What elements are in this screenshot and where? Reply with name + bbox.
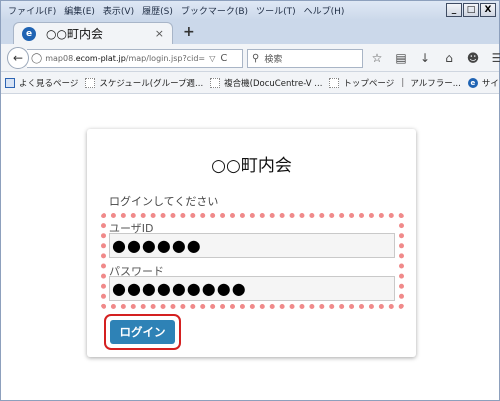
- login-button[interactable]: ログイン: [110, 320, 175, 344]
- download-icon[interactable]: ↓: [417, 50, 433, 66]
- tab-title: ○○町内会: [46, 27, 103, 41]
- menu-items: ファイル(F) 編集(E) 表示(V) 履歴(S) ブックマーク(B) ツール(…: [1, 4, 348, 17]
- close-window-button[interactable]: X: [480, 3, 496, 17]
- bookmark-item[interactable]: 複合機(DocuCentre-V ...: [210, 77, 322, 89]
- address-bar[interactable]: ◯ map08.ecom-plat.jp/map/login.jsp?cid=1…: [27, 49, 243, 68]
- search-icon: ⚲: [252, 53, 260, 64]
- tab-active[interactable]: e ○○町内会 ×: [13, 22, 173, 44]
- star-icon[interactable]: ☆: [369, 50, 385, 66]
- login-prompt: ログインしてください: [109, 195, 219, 208]
- url-dropdown-icon[interactable]: ▽: [209, 54, 215, 63]
- bookmark-item[interactable]: スケジュール(グループ週...: [85, 77, 203, 89]
- bookmark-page-icon: [210, 77, 221, 88]
- globe-icon: ◯: [31, 53, 43, 64]
- navigation-bar: ◯ map08.ecom-plat.jp/map/login.jsp?cid=1…: [1, 44, 500, 72]
- menu-bar: ファイル(F) 編集(E) 表示(V) 履歴(S) ブックマーク(B) ツール(…: [1, 1, 499, 20]
- menu-tools[interactable]: ツール(T): [252, 4, 300, 17]
- bookmarks-bar: よく見るページ スケジュール(グループ週... 複合機(DocuCentre-V…: [1, 72, 500, 94]
- site-favicon-icon: e: [467, 77, 478, 88]
- search-bar[interactable]: ⚲ 検索: [247, 49, 363, 68]
- menu-history[interactable]: 履歴(S): [138, 4, 177, 17]
- userid-field[interactable]: ●●●●●●: [109, 233, 395, 258]
- menu-help[interactable]: ヘルプ(H): [300, 4, 349, 17]
- browser-window: ファイル(F) 編集(E) 表示(V) 履歴(S) ブックマーク(B) ツール(…: [0, 0, 500, 401]
- login-button-highlight: ログイン: [104, 314, 181, 350]
- site-favicon-icon: e: [22, 26, 36, 41]
- minimize-button[interactable]: _: [446, 3, 462, 17]
- bookmark-item[interactable]: トップページ: [329, 77, 394, 89]
- bookmark-page-icon: [329, 77, 340, 88]
- toolbar-icons: ☆ ▤ ↓ ⌂ ☻ ☰: [369, 50, 500, 66]
- page-content: ○○町内会 ログインしてください ユーザID ●●●●●● パスワード ●●●●…: [1, 94, 499, 400]
- menu-icon[interactable]: ☰: [489, 50, 500, 66]
- login-card: ○○町内会 ログインしてください ユーザID ●●●●●● パスワード ●●●●…: [87, 129, 416, 357]
- bookmark-separator: |: [401, 77, 405, 88]
- bookmark-item[interactable]: よく見るページ: [5, 77, 78, 89]
- reload-icon[interactable]: C: [220, 53, 227, 64]
- menu-view[interactable]: 表示(V): [99, 4, 138, 17]
- reading-list-icon[interactable]: ▤: [393, 50, 409, 66]
- home-icon[interactable]: ⌂: [441, 50, 457, 66]
- bookmark-folder-icon: [5, 77, 15, 88]
- chat-icon[interactable]: ☻: [465, 50, 481, 66]
- search-placeholder: 検索: [264, 55, 283, 65]
- new-tab-button[interactable]: +: [183, 24, 195, 40]
- menu-edit[interactable]: 編集(E): [60, 4, 99, 17]
- window-controls: _ □ X: [446, 3, 496, 17]
- password-field[interactable]: ●●●●●●●●●: [109, 276, 395, 301]
- menu-bookmarks[interactable]: ブックマーク(B): [177, 4, 252, 17]
- menu-file[interactable]: ファイル(F): [4, 4, 60, 17]
- tab-close-icon[interactable]: ×: [155, 27, 164, 40]
- url-text: map08.ecom-plat.jp/map/login.jsp?cid=11&: [45, 54, 206, 63]
- page-title: ○○町内会: [211, 156, 292, 176]
- bookmark-item[interactable]: eサイト管理: [467, 77, 500, 89]
- credentials-highlight: ユーザID ●●●●●● パスワード ●●●●●●●●●: [101, 213, 404, 309]
- bookmark-item[interactable]: アルフラー...: [410, 77, 461, 89]
- restore-button[interactable]: □: [463, 3, 479, 17]
- back-button[interactable]: ←: [7, 47, 29, 69]
- bookmark-page-icon: [85, 77, 96, 88]
- tab-strip: e ○○町内会 × +: [1, 20, 499, 44]
